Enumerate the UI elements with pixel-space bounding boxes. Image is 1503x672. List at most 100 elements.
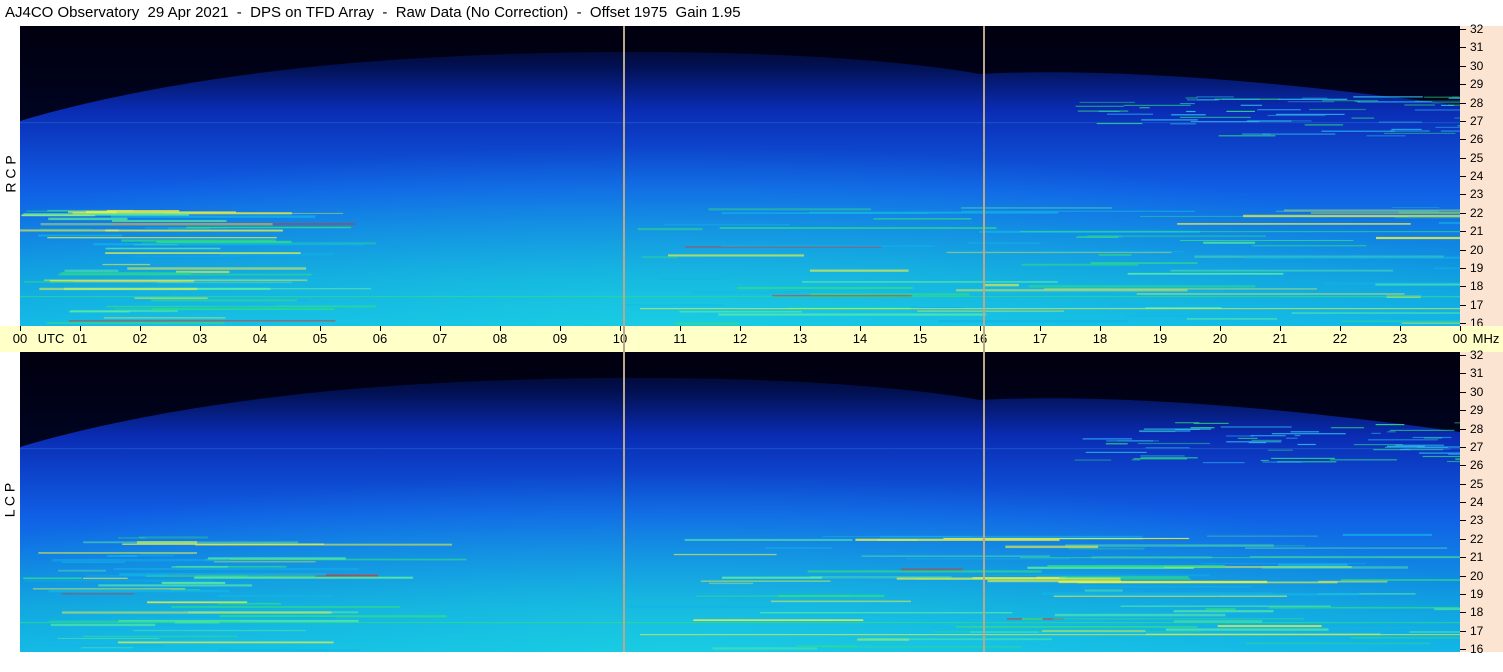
- lcp-freq-label: 21: [1470, 550, 1484, 565]
- rcp-rfi-streak: [152, 308, 335, 311]
- lcp-persistent-line: [20, 448, 1460, 450]
- lcp-rfi-streak: [1201, 563, 1366, 565]
- rcp-rfi-streak: [1244, 256, 1460, 259]
- lcp-activity-streak: [1395, 444, 1444, 446]
- lcp-activity-streak: [1424, 437, 1443, 439]
- rcp-rfi-streak: [105, 229, 283, 232]
- lcp-activity-streak: [1375, 424, 1405, 426]
- rcp-rfi-streak: [93, 297, 131, 300]
- rcp-activity-streak: [1141, 119, 1198, 121]
- lcp-freq-label: 20: [1470, 568, 1484, 583]
- rcp-activity-streak: [1366, 135, 1406, 137]
- lcp-activity-streak: [1262, 461, 1302, 463]
- time-label: 15: [912, 331, 928, 346]
- lcp-activity-streak: [1329, 459, 1397, 461]
- lcp-rfi-streak: [61, 593, 135, 595]
- rcp-activity-streak: [1389, 130, 1430, 132]
- lcp-rfi-streak: [1047, 565, 1225, 568]
- rcp-activity-streak: [1240, 104, 1262, 106]
- rcp-persistent-line: [1020, 231, 1460, 233]
- lcp-rfi-streak: [778, 594, 885, 598]
- lcp-activity-streak: [1268, 449, 1293, 451]
- rcp-rfi-streak: [105, 247, 221, 250]
- rcp-rfi-streak: [130, 255, 243, 257]
- lcp-rfi-streak: [896, 577, 1121, 580]
- lcp-rfi-streak: [900, 568, 963, 571]
- rcp-activity-streak: [1179, 103, 1195, 105]
- rcp-rfi-streak: [721, 212, 929, 214]
- rcp-activity-streak: [1075, 105, 1124, 107]
- lcp-activity-streak: [1384, 446, 1448, 448]
- rcp-freq-label: 30: [1470, 58, 1484, 73]
- rcp-rfi-streak: [984, 283, 1019, 287]
- lcp-rfi-streak: [1219, 593, 1360, 596]
- lcp-activity-streak: [1389, 429, 1455, 431]
- lcp-activity-streak: [1251, 439, 1282, 441]
- rcp-freq-label: 18: [1470, 279, 1484, 294]
- lcp-activity-streak: [1131, 459, 1141, 461]
- lcp-freq-label: 25: [1470, 476, 1484, 491]
- lcp-activity-streak: [1285, 437, 1298, 439]
- rcp-rfi-streak: [105, 252, 301, 254]
- lcp-freq-tick: [1460, 520, 1466, 522]
- lcp-freq-tick: [1460, 428, 1466, 430]
- lcp-persistent-line: [1020, 557, 1460, 559]
- rcp-rfi-streak: [111, 215, 316, 218]
- rcp-freq-tick: [1460, 304, 1466, 306]
- rcp-freq-tick: [1460, 267, 1466, 269]
- rcp-activity-streak: [1226, 110, 1255, 112]
- rcp-rfi-streak: [1021, 263, 1139, 266]
- rcp-rfi-streak: [1438, 221, 1460, 225]
- lcp-spectrogram: [20, 352, 1460, 652]
- lcp-rfi-streak: [771, 600, 911, 603]
- lcp-rfi-streak: [31, 633, 176, 635]
- time-label: 06: [372, 331, 388, 346]
- rcp-freq-label: 32: [1470, 22, 1484, 36]
- lcp-rfi-streak: [1021, 617, 1043, 621]
- lcp-freq-label: 17: [1470, 623, 1484, 638]
- rcp-rfi-streak: [39, 228, 91, 231]
- lcp-freq-tick: [1460, 355, 1466, 356]
- rcp-rfi-streak: [1186, 318, 1278, 320]
- time-label: 18: [1092, 331, 1108, 346]
- lcp-rfi-streak: [138, 616, 336, 620]
- rcp-activity-streak: [1196, 96, 1234, 98]
- rcp-rfi-streak: [60, 272, 192, 275]
- lcp-rfi-streak: [48, 589, 230, 593]
- rcp-rfi-streak: [674, 322, 739, 325]
- time-label: 13: [792, 331, 808, 346]
- rcp-rfi-streak: [157, 281, 293, 284]
- rcp-rfi-streak: [668, 254, 805, 257]
- lcp-rfi-streak: [217, 595, 333, 598]
- lcp-rfi-streak: [24, 579, 213, 582]
- rcp-rfi-streak: [809, 269, 909, 272]
- lcp-freq-tick: [1460, 391, 1466, 393]
- lcp-rfi-streak: [970, 631, 1039, 633]
- lcp-freq-tick: [1460, 630, 1466, 632]
- rcp-activity-streak: [1391, 128, 1422, 130]
- lcp-rfi-streak: [1409, 631, 1460, 633]
- lcp-rfi-streak: [1372, 647, 1460, 649]
- rcp-activity-streak: [1107, 113, 1153, 115]
- rcp-rfi-streak: [1106, 303, 1176, 306]
- rcp-rfi-streak: [112, 219, 227, 222]
- lcp-freq-label: 27: [1470, 439, 1484, 454]
- time-unit-label: UTC: [37, 331, 65, 346]
- rcp-rfi-streak: [102, 263, 151, 266]
- rcp-rfi-streak: [802, 281, 1058, 283]
- lcp-rfi-streak: [119, 573, 326, 576]
- lcp-rfi-streak: [1205, 608, 1236, 610]
- rcp-rfi-streak: [163, 212, 344, 214]
- lcp-freq-tick: [1460, 410, 1466, 412]
- rcp-rfi-streak: [1043, 250, 1185, 253]
- rcp-rfi-streak: [186, 226, 352, 229]
- time-label: 03: [192, 331, 208, 346]
- rcp-activity-streak: [1267, 114, 1326, 117]
- lcp-rfi-streak: [83, 577, 128, 579]
- rcp-rfi-streak: [40, 223, 273, 226]
- lcp-rfi-streak: [700, 580, 831, 582]
- lcp-activity-streak: [1271, 457, 1335, 459]
- rcp-rfi-streak: [93, 243, 364, 246]
- rcp-freq-label: 24: [1470, 169, 1484, 183]
- lcp-rfi-streak: [861, 555, 1050, 557]
